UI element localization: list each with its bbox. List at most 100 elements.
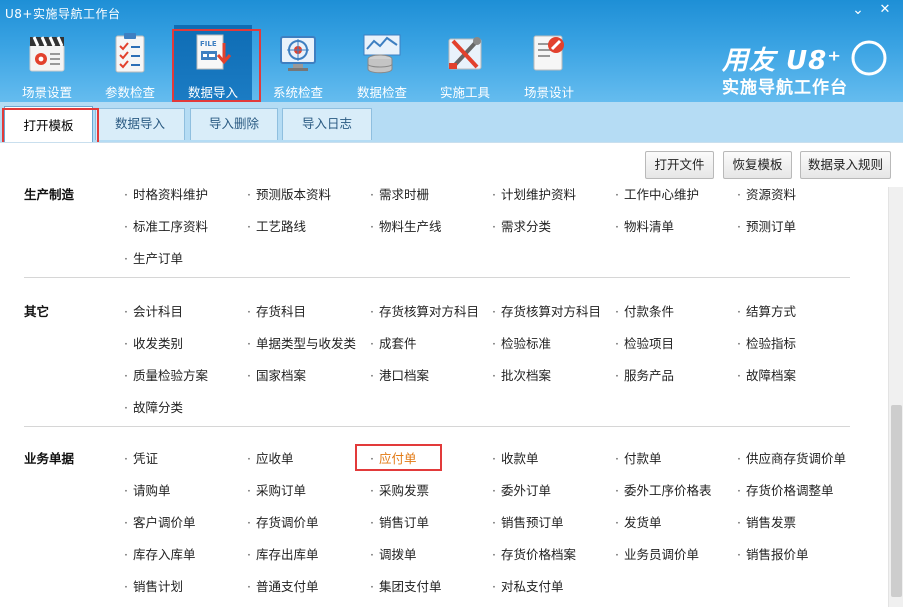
template-item[interactable]: · 服务产品 [615,365,674,384]
template-item[interactable]: · 销售计划 [124,576,183,595]
template-item-label: 生产订单 [132,251,183,266]
template-item[interactable]: · 批次档案 [492,365,551,384]
template-item[interactable]: · 库存入库单 [124,544,196,563]
template-item[interactable]: · 请购单 [124,480,171,499]
template-item[interactable]: · 委外订单 [492,480,551,499]
template-item[interactable]: · 预测订单 [737,216,796,235]
close-button[interactable]: ✕ [878,3,892,17]
template-item[interactable]: · 港口档案 [370,365,429,384]
template-item[interactable]: · 物料生产线 [370,216,442,235]
data-entry-rules-button[interactable]: 数据录入规则 [800,151,891,179]
template-item[interactable]: · 销售订单 [370,512,429,531]
template-item[interactable]: · 物料清单 [615,216,674,235]
bullet-dot: · [247,451,251,466]
template-item-label: 销售报价单 [745,547,809,562]
template-item[interactable]: · 集团支付单 [370,576,442,595]
template-item[interactable]: · 客户调价单 [124,512,196,531]
bullet-dot: · [737,336,741,351]
template-item[interactable]: · 时格资料维护 [124,187,208,203]
tool-system-check[interactable]: 系统检查 [259,25,337,101]
bullet-dot: · [615,187,619,202]
item-highlight-box [355,444,442,471]
template-item[interactable]: · 质量检验方案 [124,365,208,384]
template-item[interactable]: · 普通支付单 [247,576,319,595]
template-item[interactable]: · 应收单 [247,448,294,467]
template-item-label: 标准工序资料 [132,219,208,234]
scrollbar-thumb[interactable] [891,405,902,597]
template-item-label: 销售计划 [132,579,183,594]
tab-data-import[interactable]: 数据导入 [95,108,185,140]
template-item[interactable]: · 故障档案 [737,365,796,384]
template-item[interactable]: · 计划维护资料 [492,187,576,203]
tool-scene-settings[interactable]: 场景设置 [8,25,86,101]
tool-data-check[interactable]: 数据检查 [343,25,421,101]
template-item-label: 物料清单 [623,219,674,234]
template-item[interactable]: · 销售预订单 [492,512,564,531]
template-item[interactable]: · 需求分类 [492,216,551,235]
tab-import-log[interactable]: 导入日志 [282,108,372,140]
tool-implementation-tools[interactable]: 实施工具 [426,25,504,101]
template-item-label: 销售订单 [378,515,429,530]
template-item[interactable]: · 需求时栅 [370,187,429,203]
tool-scene-design[interactable]: 场景设计 [510,25,588,101]
tool-label: 实施工具 [439,85,490,100]
compass-icon [851,40,887,76]
template-item[interactable]: · 凭证 [124,448,158,467]
template-item[interactable]: · 付款条件 [615,301,674,320]
tool-label: 场景设计 [523,85,574,100]
template-item[interactable]: · 库存出库单 [247,544,319,563]
bullet-dot: · [492,451,496,466]
template-item[interactable]: · 存货价格档案 [492,544,576,563]
database-chart-icon [363,34,401,74]
template-item[interactable]: · 存货核算对方科目 [370,301,479,320]
template-item[interactable]: · 成套件 [370,333,417,352]
template-item-label: 集团支付单 [378,579,442,594]
template-item[interactable]: · 故障分类 [124,397,183,416]
bullet-dot: · [737,451,741,466]
template-item[interactable]: · 检验项目 [615,333,674,352]
template-item[interactable]: · 资源资料 [737,187,796,203]
template-item[interactable]: · 检验指标 [737,333,796,352]
template-item[interactable]: · 调拨单 [370,544,417,563]
template-item[interactable]: · 采购订单 [247,480,306,499]
template-item-label: 批次档案 [500,368,551,383]
template-item[interactable]: · 会计科目 [124,301,183,320]
template-item[interactable]: · 收款单 [492,448,539,467]
template-item[interactable]: · 对私支付单 [492,576,564,595]
template-item[interactable]: · 检验标准 [492,333,551,352]
template-item[interactable]: · 生产订单 [124,248,183,267]
minimize-button[interactable]: ⌄ [851,3,865,17]
bullet-dot: · [737,483,741,498]
open-file-button[interactable]: 打开文件 [645,151,714,179]
bullet-dot: · [492,219,496,234]
template-item[interactable]: · 销售报价单 [737,544,809,563]
template-item[interactable]: · 存货核算对方科目 [492,301,601,320]
vertical-scrollbar[interactable] [888,187,903,607]
template-item[interactable]: · 供应商存货调价单 [737,448,846,467]
template-item[interactable]: · 收发类别 [124,333,183,352]
template-item[interactable]: · 销售发票 [737,512,796,531]
template-item[interactable]: · 付款单 [615,448,662,467]
template-item[interactable]: · 工艺路线 [247,216,306,235]
bullet-dot: · [124,187,128,202]
tab-import-delete[interactable]: 导入删除 [190,108,278,140]
template-item[interactable]: · 单据类型与收发类 [247,333,356,352]
template-item-label: 调拨单 [378,547,417,562]
template-item[interactable]: · 预测版本资料 [247,187,331,203]
template-item[interactable]: · 业务员调价单 [615,544,699,563]
tool-parameter-check[interactable]: 参数检查 [91,25,169,101]
template-item[interactable]: · 发货单 [615,512,662,531]
template-item[interactable]: · 结算方式 [737,301,796,320]
bullet-dot: · [492,187,496,202]
template-item[interactable]: · 委外工序价格表 [615,480,712,499]
template-item[interactable]: · 存货价格调整单 [737,480,834,499]
template-item[interactable]: · 国家档案 [247,365,306,384]
restore-template-button[interactable]: 恢复模板 [723,151,792,179]
template-item[interactable]: · 采购发票 [370,480,429,499]
bullet-dot: · [370,515,374,530]
template-item[interactable]: · 存货科目 [247,301,306,320]
template-item[interactable]: · 标准工序资料 [124,216,208,235]
bullet-dot: · [492,547,496,562]
template-item[interactable]: · 工作中心维护 [615,187,699,203]
template-item[interactable]: · 存货调价单 [247,512,319,531]
